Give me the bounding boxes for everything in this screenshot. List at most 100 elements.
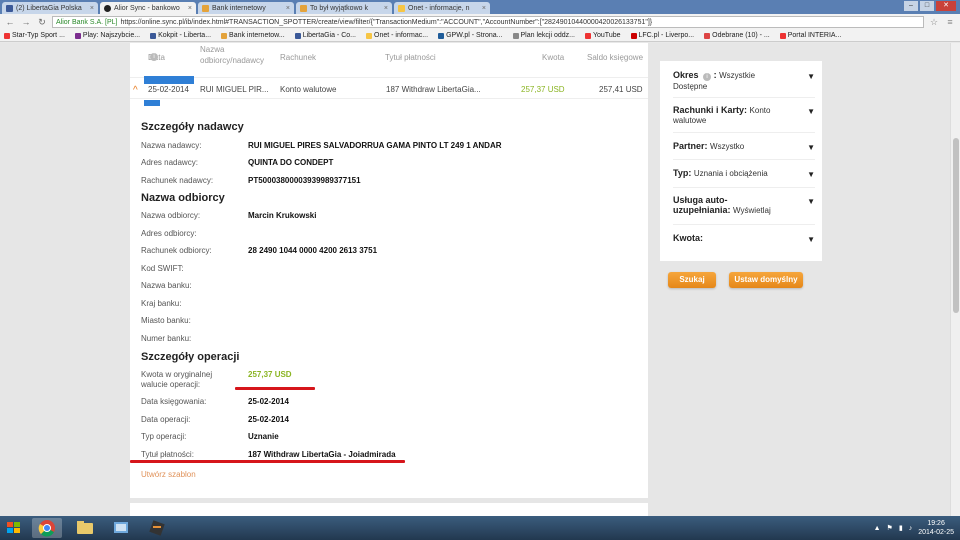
- menu-icon[interactable]: ≡: [944, 17, 956, 27]
- clock-time: 19:26: [927, 520, 945, 527]
- clock[interactable]: 19:26 2014-02-25: [918, 519, 954, 537]
- chevron-down-icon[interactable]: ▼: [807, 235, 815, 244]
- tab-label: To był wyjątkowo k: [310, 4, 368, 12]
- bookmark-item[interactable]: Bank internetow...: [221, 32, 285, 39]
- header-title[interactable]: Tytuł płatności: [385, 53, 436, 62]
- header-amount[interactable]: Kwota: [542, 53, 564, 62]
- chevron-down-icon[interactable]: ▼: [807, 170, 815, 179]
- bookmark-item[interactable]: Onet - informac...: [366, 32, 428, 39]
- chevron-down-icon[interactable]: ▼: [807, 72, 815, 81]
- detail-label: Tytuł płatności:: [141, 450, 194, 459]
- detail-label: Kod SWIFT:: [141, 264, 184, 273]
- filter-autofill-label-2: uzupełniania:: [673, 205, 731, 215]
- header-account[interactable]: Rachunek: [280, 53, 316, 62]
- filter-partner[interactable]: Partner: Wszystko ▼: [673, 141, 815, 152]
- filter-amount[interactable]: Kwota: ▼: [673, 233, 815, 244]
- row-account: Konto walutowe: [280, 85, 337, 94]
- reload-icon[interactable]: ↻: [36, 16, 48, 28]
- create-template-link[interactable]: Utwórz szablon: [141, 470, 196, 479]
- filter-autofill[interactable]: Usługa auto- uzupełniania: Wyświetlaj ▼: [673, 195, 815, 215]
- bookmark-label: Plan lekcji oddz...: [520, 32, 575, 39]
- chevron-down-icon[interactable]: ▼: [807, 197, 815, 206]
- bookmark-item[interactable]: YouTube: [584, 32, 621, 39]
- tray-arrow-icon[interactable]: ▲: [874, 525, 881, 532]
- divider: [673, 97, 815, 98]
- forward-icon[interactable]: →: [20, 16, 32, 28]
- browser-tab-4[interactable]: To był wyjątkowo k ×: [296, 2, 392, 14]
- maximize-icon[interactable]: □: [920, 1, 934, 11]
- info-icon[interactable]: i: [150, 53, 158, 61]
- chevron-down-icon[interactable]: ▼: [807, 143, 815, 152]
- original-amount-value: 257,37 USD: [248, 370, 292, 379]
- bookmark-item[interactable]: Plan lekcji oddz...: [512, 32, 575, 39]
- volume-icon[interactable]: ♪: [909, 525, 913, 532]
- detail-label: walucie operacji:: [141, 380, 201, 389]
- close-tab-icon[interactable]: ×: [188, 5, 192, 12]
- tools-taskbar-icon[interactable]: [142, 518, 172, 538]
- bookmark-item[interactable]: Star-Typ Sport ...: [4, 32, 65, 39]
- close-tab-icon[interactable]: ×: [384, 5, 388, 12]
- filter-type[interactable]: Typ: Uznania i obciążenia ▼: [673, 168, 815, 179]
- header-recipient[interactable]: Nazwa odbiorcy/nadawcy: [200, 44, 264, 66]
- bank-icon: [202, 4, 209, 12]
- detail-label: Rachunek nadawcy:: [141, 176, 214, 185]
- browser-tab-5[interactable]: Onet - informacje, n ×: [394, 2, 490, 14]
- filter-accounts[interactable]: Rachunki i Karty: Konto walutowe ▼: [673, 105, 815, 125]
- filter-period-value-2: Dostępne: [673, 82, 708, 91]
- chevron-down-icon[interactable]: ▼: [807, 107, 815, 116]
- control-panel-taskbar-icon[interactable]: [106, 518, 136, 538]
- flag-icon[interactable]: ⚑: [887, 524, 893, 532]
- bookmark-label: Star-Typ Sport ...: [12, 32, 65, 39]
- scrollbar-thumb[interactable]: [953, 138, 959, 313]
- table-row[interactable]: ^ 25-02-2014 RUI MIGUEL PIR... Konto wal…: [130, 76, 648, 106]
- url-input[interactable]: Alior Bank S.A. [PL] https://online.sync…: [52, 16, 924, 28]
- close-window-icon[interactable]: ✕: [936, 1, 956, 11]
- explorer-taskbar-icon[interactable]: [70, 518, 100, 538]
- divider: [673, 159, 815, 160]
- chrome-taskbar-icon[interactable]: [32, 518, 62, 538]
- collapse-icon[interactable]: ^: [133, 85, 138, 96]
- set-default-button[interactable]: Ustaw domyślny: [729, 272, 803, 288]
- sender-section-title: Szczegóły nadawcy: [141, 121, 244, 133]
- bookmark-item[interactable]: LFC.pl - Liverpo...: [630, 32, 694, 39]
- detail-label: Typ operacji:: [141, 432, 187, 441]
- detail-label: Numer banku:: [141, 334, 192, 343]
- back-icon[interactable]: ←: [4, 16, 16, 28]
- red-underline: [235, 387, 315, 390]
- bookmark-label: Play: Najszybcie...: [82, 32, 141, 39]
- detail-label: Kraj banku:: [141, 299, 182, 308]
- transaction-panel: Datai Nazwa odbiorcy/nadawcy Rachunek Ty…: [130, 43, 648, 498]
- bookmark-item[interactable]: Odebrane (10) - ...: [704, 32, 770, 39]
- bookmark-item[interactable]: LibertaGia - Co...: [294, 32, 356, 39]
- star-icon[interactable]: ☆: [928, 17, 940, 28]
- detail-value: RUI MIGUEL PIRES SALVADORRUA GAMA PINTO …: [248, 141, 502, 150]
- bookmark-item[interactable]: Play: Najszybcie...: [74, 32, 141, 39]
- bookmark-item[interactable]: GPW.pl - Strona...: [438, 32, 503, 39]
- bookmark-favicon-icon: [221, 32, 228, 39]
- page-scrollbar[interactable]: [950, 43, 960, 516]
- browser-tab-3[interactable]: Bank internetowy ×: [198, 2, 294, 14]
- filter-period[interactable]: Okres i : Wszystkie Dostępne ▼: [673, 70, 815, 91]
- bookmark-item[interactable]: Portal INTERIA...: [779, 32, 841, 39]
- info-icon[interactable]: i: [703, 73, 712, 81]
- bookmark-label: Kokpit - Liberta...: [158, 32, 212, 39]
- close-tab-icon[interactable]: ×: [286, 5, 290, 12]
- row-date: 25-02-2014: [148, 85, 189, 94]
- detail-label: Adres odbiorcy:: [141, 229, 197, 238]
- browser-tab-2[interactable]: Alior Sync - bankowo ×: [100, 2, 196, 14]
- close-tab-icon[interactable]: ×: [482, 5, 486, 12]
- close-tab-icon[interactable]: ×: [90, 5, 94, 12]
- minimize-icon[interactable]: –: [904, 1, 918, 11]
- row-amount: 257,37 USD: [521, 85, 565, 94]
- clock-date: 2014-02-25: [918, 529, 954, 536]
- network-icon[interactable]: ▮: [899, 524, 903, 532]
- detail-value: 187 Withdraw LibertaGia - Joiadmirada: [248, 450, 396, 459]
- search-button[interactable]: Szukaj: [668, 272, 716, 288]
- header-balance[interactable]: Saldo księgowe: [587, 53, 643, 62]
- bookmark-favicon-icon: [150, 32, 157, 39]
- bookmark-item[interactable]: Kokpit - Liberta...: [150, 32, 211, 39]
- browser-tab-1[interactable]: (2) LibertaGia Polska ×: [2, 2, 98, 14]
- filter-type-label: Typ:: [673, 168, 692, 178]
- windows-start-icon[interactable]: [4, 518, 24, 538]
- detail-label: Adres nadawcy:: [141, 158, 198, 167]
